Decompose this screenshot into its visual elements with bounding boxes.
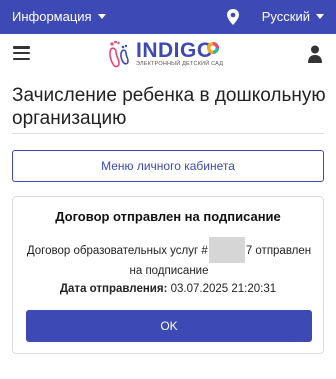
info-dropdown[interactable]: Информация (12, 9, 106, 24)
logo-text: INDIGO (136, 39, 214, 62)
site-header: INDIGO ЭЛЕКТРОННЫЙ ДЕТСКИЙ САД (0, 34, 336, 74)
contract-sent-dialog: Договор отправлен на подписание Договор … (12, 196, 324, 354)
info-label: Информация (12, 9, 92, 24)
sent-date-value: 03.07.2025 21:20:31 (170, 283, 277, 295)
top-bar: Информация Русский (0, 0, 336, 34)
logo-tagline: ЭЛЕКТРОННЫЙ ДЕТСКИЙ САД (136, 61, 224, 67)
divider (12, 133, 324, 134)
redacted-contract-number (208, 237, 245, 263)
footprint-icon (109, 40, 129, 68)
sent-date: Дата отправления: 03.07.2025 21:20:31 (13, 283, 323, 295)
menu-icon[interactable] (13, 46, 30, 60)
chevron-down-icon (97, 14, 106, 19)
dialog-message: Договор образовательных услуг #7 отправл… (23, 237, 315, 279)
logo-circle-icon (207, 42, 219, 54)
account-menu-button[interactable]: Меню личного кабинета (12, 150, 324, 182)
sent-date-label: Дата отправления: (59, 283, 168, 295)
logo[interactable]: INDIGO ЭЛЕКТРОННЫЙ ДЕТСКИЙ САД (106, 37, 226, 71)
language-label: Русский (261, 9, 310, 24)
page-title: Зачисление ребенка в дошкольную организа… (12, 85, 326, 129)
dialog-title: Договор отправлен на подписание (55, 209, 281, 224)
location-pin-icon[interactable] (226, 9, 240, 25)
user-icon[interactable] (308, 45, 322, 63)
ok-button[interactable]: OK (26, 310, 312, 342)
chevron-down-icon (316, 14, 324, 19)
language-dropdown[interactable]: Русский (262, 9, 324, 24)
message-prefix: Договор образовательных услуг # (26, 245, 208, 257)
